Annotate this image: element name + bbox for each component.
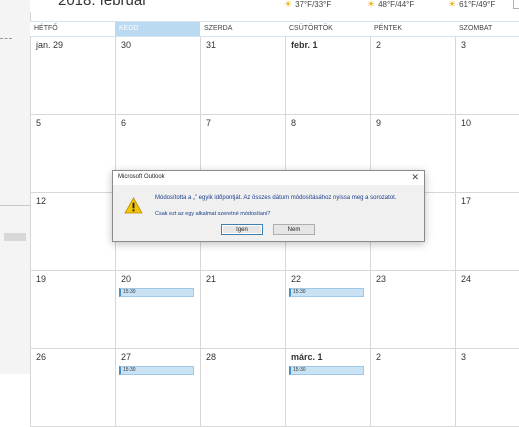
- day-cell[interactable]: 3: [455, 348, 519, 426]
- no-button[interactable]: Nem: [273, 224, 315, 235]
- sun-icon: ☀: [284, 0, 293, 9]
- sun-icon: ☀: [448, 0, 457, 9]
- day-cell[interactable]: febr. 1: [285, 36, 370, 114]
- day-cell[interactable]: jan. 29: [30, 36, 115, 114]
- day-cell[interactable]: 23: [370, 270, 455, 348]
- day-number: 7: [206, 118, 212, 128]
- calendar-topbar: 2018. február ☀ 37°F/33°F ☀ 48°F/44°F ☀ 61°…: [30, 0, 519, 12]
- dialog-message: Módosította a „” egyik időpontját. Az ös…: [155, 195, 397, 201]
- day-number: 21: [206, 274, 217, 284]
- day-cell[interactable]: 2: [370, 348, 455, 426]
- yes-button[interactable]: Igen: [221, 224, 263, 235]
- day-number: febr. 1: [291, 40, 318, 50]
- day-cell[interactable]: 2: [370, 36, 455, 114]
- day-number: 31: [206, 40, 217, 50]
- weekday-header: SZERDA: [204, 25, 233, 32]
- day-cell[interactable]: 10: [455, 114, 519, 192]
- day-number: 30: [121, 40, 132, 50]
- day-cell[interactable]: 22 15:30: [285, 270, 370, 348]
- day-number: 28: [206, 352, 217, 362]
- day-number: 3: [461, 40, 467, 50]
- day-number: 6: [121, 118, 127, 128]
- weekday-header: CSÜTÖRTÖK: [289, 25, 333, 32]
- day-number: 24: [461, 274, 472, 284]
- dialog-question: Csak ezt az egy alkalmat szeretné módosí…: [155, 211, 271, 217]
- day-cell[interactable]: 5: [30, 114, 115, 192]
- rail-scroll-handle[interactable]: [4, 233, 26, 241]
- day-number: 26: [36, 352, 47, 362]
- navigation-pane: [0, 0, 31, 374]
- weekday-header: KEDD: [115, 22, 200, 36]
- day-cell[interactable]: 12: [30, 192, 115, 270]
- day-cell[interactable]: márc. 1 15:30: [285, 348, 370, 426]
- rail-divider: [0, 38, 12, 40]
- calendar-week-row: 19 20 15:30 21 22 15:30 23 24: [30, 270, 519, 349]
- day-number: jan. 29: [36, 40, 64, 50]
- weather-day-3: ☀ 61°F/49°F: [448, 0, 495, 10]
- day-cell[interactable]: 21: [200, 270, 285, 348]
- day-cell[interactable]: 3: [455, 36, 519, 114]
- search-input[interactable]: [513, 0, 519, 9]
- day-cell[interactable]: 28: [200, 348, 285, 426]
- day-number: 19: [36, 274, 47, 284]
- weather-day-2: ☀ 48°F/44°F: [367, 0, 414, 10]
- weather-temp: 37°F/33°F: [295, 0, 332, 9]
- day-number: 12: [36, 196, 47, 206]
- weekday-header: SZOMBAT: [459, 25, 493, 32]
- calendar-week-row: 26 27 15:30 28 márc. 1 15:30 2 3: [30, 348, 519, 427]
- weather-temp: 61°F/49°F: [459, 0, 496, 9]
- calendar-week-row: jan. 29 30 31 febr. 1 2 3: [30, 36, 519, 115]
- day-cell[interactable]: 24: [455, 270, 519, 348]
- day-number: 8: [291, 118, 297, 128]
- weather-day-1: ☀ 37°F/33°F: [284, 0, 331, 10]
- weekday-header-row: HÉTFŐ KEDD SZERDA CSÜTÖRTÖK PÉNTEK SZOMBAT: [30, 21, 519, 37]
- day-number: 2: [376, 352, 382, 362]
- weekday-header: PÉNTEK: [374, 25, 403, 32]
- day-cell[interactable]: 20 15:30: [115, 270, 200, 348]
- warning-icon: [124, 197, 143, 214]
- day-cell[interactable]: 17: [455, 192, 519, 270]
- day-number: 22: [291, 274, 302, 284]
- day-number: 9: [376, 118, 382, 128]
- day-number: márc. 1: [291, 352, 323, 362]
- calendar-event[interactable]: 15:30: [289, 288, 364, 297]
- day-cell[interactable]: 27 15:30: [115, 348, 200, 426]
- day-number: 10: [461, 118, 472, 128]
- calendar-event[interactable]: 15:30: [119, 288, 194, 297]
- outlook-dialog: Microsoft Outlook ✕ Módosította a „” egy…: [112, 170, 425, 242]
- day-number: 17: [461, 196, 472, 206]
- day-cell[interactable]: 19: [30, 270, 115, 348]
- day-cell[interactable]: 31: [200, 36, 285, 114]
- month-title: 2018. február: [58, 0, 148, 9]
- day-number: 3: [461, 352, 467, 362]
- day-cell[interactable]: 30: [115, 36, 200, 114]
- day-cell[interactable]: 26: [30, 348, 115, 426]
- dialog-title: Microsoft Outlook: [118, 174, 165, 180]
- dialog-titlebar: Microsoft Outlook ✕: [113, 171, 424, 185]
- close-icon[interactable]: ✕: [411, 172, 419, 183]
- day-number: 23: [376, 274, 387, 284]
- weather-temp: 48°F/44°F: [378, 0, 415, 9]
- rail-separator: [0, 205, 30, 206]
- day-number: 20: [121, 274, 132, 284]
- sun-icon: ☀: [367, 0, 376, 9]
- weekday-header: HÉTFŐ: [34, 25, 58, 32]
- day-number: 27: [121, 352, 132, 362]
- day-number: 5: [36, 118, 42, 128]
- day-number: 2: [376, 40, 382, 50]
